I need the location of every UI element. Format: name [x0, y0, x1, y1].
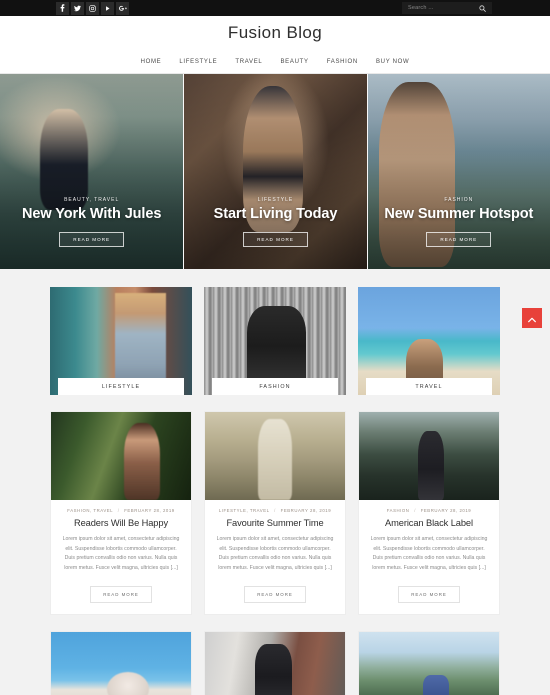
hero-slider: BEAUTY, TRAVEL New York With Jules READ … [0, 74, 550, 269]
twitter-icon[interactable] [71, 1, 84, 15]
post-meta-separator: / [117, 508, 120, 513]
hero-read-more-2[interactable]: READ MORE [243, 232, 308, 247]
chevron-up-icon [528, 311, 536, 326]
post-card[interactable]: LIFESTYLE, TRAVEL / FEBRUARY 28, 2019 Fa… [204, 411, 346, 615]
post-image [359, 412, 499, 500]
youtube-icon[interactable] [101, 1, 114, 15]
hero-slide-1[interactable]: BEAUTY, TRAVEL New York With Jules READ … [0, 74, 184, 269]
post-read-more-button[interactable]: READ MORE [398, 585, 460, 603]
post-categories[interactable]: FASHION [387, 508, 410, 513]
main-nav: HOME LIFESTYLE TRAVEL BEAUTY FASHION BUY… [0, 50, 550, 74]
hero-title-1[interactable]: New York With Jules [6, 206, 177, 223]
post-thumbnail[interactable] [51, 412, 191, 500]
post-meta-separator: / [414, 508, 416, 513]
nav-item-beauty[interactable]: BEAUTY [280, 59, 308, 65]
post-image [51, 631, 191, 695]
hero-slide-2[interactable]: LIFESTYLE Start Living Today READ MORE [183, 74, 367, 269]
category-label-fashion[interactable]: FASHION [212, 378, 338, 395]
site-title: Fusion Blog [227, 23, 323, 42]
post-image [359, 631, 499, 695]
category-label-lifestyle[interactable]: LIFESTYLE [58, 378, 184, 395]
category-section: LIFESTYLE FASHION TRAVEL [0, 269, 550, 395]
category-label-travel[interactable]: TRAVEL [366, 378, 492, 395]
nav-item-buy-now[interactable]: BUY NOW [376, 59, 409, 65]
facebook-icon[interactable] [56, 1, 69, 15]
hero-read-more-1[interactable]: READ MORE [59, 232, 125, 247]
post-meta: LIFESTYLE, TRAVEL / FEBRUARY 28, 2019 [215, 508, 335, 513]
google-plus-icon[interactable] [116, 1, 129, 15]
post-title[interactable]: Favourite Summer Time [215, 518, 335, 528]
category-card-fashion[interactable]: FASHION [204, 287, 346, 395]
post-image [205, 631, 345, 695]
search-input[interactable] [402, 5, 474, 11]
post-read-more-button[interactable]: READ MORE [90, 585, 152, 603]
post-meta-separator: / [274, 508, 276, 513]
instagram-icon[interactable] [86, 1, 99, 15]
scroll-to-top-button[interactable] [522, 308, 542, 328]
post-image [205, 412, 345, 500]
social-links [56, 1, 129, 15]
search-box[interactable] [402, 2, 492, 14]
nav-item-travel[interactable]: TRAVEL [235, 59, 262, 65]
hero-category-2[interactable]: LIFESTYLE [190, 197, 360, 203]
post-title[interactable]: American Black Label [369, 518, 489, 528]
post-card[interactable]: FASHION / FEBRUARY 28, 2019 American Bla… [358, 411, 500, 615]
hero-title-2[interactable]: Start Living Today [190, 206, 360, 223]
hero-caption-2: LIFESTYLE Start Living Today READ MORE [184, 197, 366, 247]
hero-caption-3: FASHION New Summer Hotspot READ MORE [368, 197, 550, 247]
hero-caption-1: BEAUTY, TRAVEL New York With Jules READ … [0, 197, 183, 247]
post-image [51, 412, 191, 500]
post-excerpt: Lorem ipsum dolor sit amet, consectetur … [62, 536, 180, 571]
post-read-more-button[interactable]: READ MORE [244, 585, 306, 603]
post-title[interactable]: Readers Will Be Happy [61, 518, 181, 528]
post-meta: FASHION / FEBRUARY 28, 2019 [369, 508, 489, 513]
post-excerpt: Lorem ipsum dolor sit amet, consectetur … [370, 536, 488, 571]
post-categories[interactable]: LIFESTYLE, TRAVEL [219, 508, 270, 513]
masthead: Fusion Blog [0, 16, 550, 50]
post-card[interactable] [204, 630, 346, 695]
post-excerpt: Lorem ipsum dolor sit amet, consectetur … [216, 536, 334, 571]
post-categories[interactable]: FASHION, TRAVEL [67, 508, 113, 513]
nav-item-fashion[interactable]: FASHION [327, 59, 358, 65]
post-date: FEBRUARY 28, 2019 [124, 508, 175, 513]
post-grid: FASHION, TRAVEL / FEBRUARY 28, 2019 Read… [0, 395, 550, 615]
nav-item-home[interactable]: HOME [141, 59, 162, 65]
post-card[interactable] [358, 630, 500, 695]
post-thumbnail[interactable] [359, 412, 499, 500]
category-card-travel[interactable]: TRAVEL [358, 287, 500, 395]
top-bar [0, 0, 550, 16]
hero-category-1[interactable]: BEAUTY, TRAVEL [6, 197, 177, 203]
hero-title-3[interactable]: New Summer Hotspot [374, 206, 544, 223]
post-card[interactable]: FASHION, TRAVEL / FEBRUARY 28, 2019 Read… [50, 411, 192, 615]
nav-item-lifestyle[interactable]: LIFESTYLE [179, 59, 217, 65]
post-date: FEBRUARY 28, 2019 [420, 508, 472, 513]
hero-slide-3[interactable]: FASHION New Summer Hotspot READ MORE [366, 74, 550, 269]
hero-category-3[interactable]: FASHION [374, 197, 544, 203]
hero-read-more-3[interactable]: READ MORE [426, 232, 492, 247]
post-meta: FASHION, TRAVEL / FEBRUARY 28, 2019 [61, 508, 181, 513]
post-card[interactable] [50, 630, 192, 695]
post-grid-next-row [0, 615, 550, 695]
post-date: FEBRUARY 28, 2019 [280, 508, 332, 513]
category-card-lifestyle[interactable]: LIFESTYLE [50, 287, 192, 395]
post-thumbnail[interactable] [205, 412, 345, 500]
search-icon[interactable] [474, 2, 490, 14]
